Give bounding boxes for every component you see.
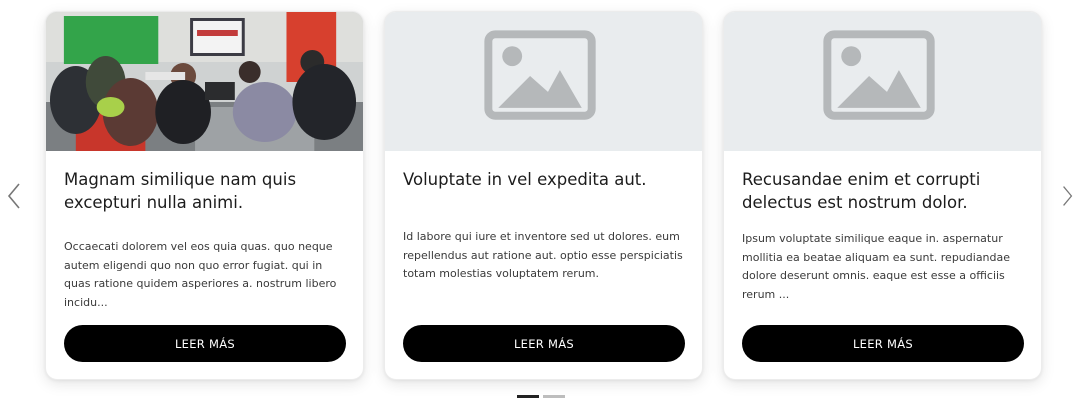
classroom-photo: [46, 12, 363, 151]
image-placeholder-icon: [724, 12, 1041, 151]
chevron-right-icon: [1063, 186, 1073, 206]
card-image-placeholder[interactable]: [724, 12, 1041, 151]
card-excerpt: Ipsum voluptate similique eaque in. aspe…: [742, 232, 1011, 301]
card-excerpt: Occaecati dolorem vel eos quia quas. quo…: [64, 240, 337, 309]
carousel-next-button[interactable]: [1062, 180, 1073, 212]
read-more-button[interactable]: LEER MÁS: [403, 325, 685, 362]
news-card: Magnam similique nam quis excepturi null…: [45, 11, 364, 380]
carousel-prev-button[interactable]: [2, 180, 26, 212]
pagination-dot-2[interactable]: [543, 395, 565, 398]
read-more-button[interactable]: LEER MÁS: [64, 325, 346, 362]
card-image-classroom[interactable]: [46, 12, 363, 151]
image-placeholder-icon: [385, 12, 702, 151]
carousel-pagination: [517, 395, 565, 398]
news-card: Voluptate in vel expedita aut. Id labore…: [384, 11, 703, 380]
chevron-left-icon: [7, 183, 20, 209]
card-title[interactable]: Recusandae enim et corrupti delectus est…: [742, 168, 1025, 214]
pagination-dot-1[interactable]: [517, 395, 539, 398]
read-more-button[interactable]: LEER MÁS: [742, 325, 1024, 362]
card-title[interactable]: Voluptate in vel expedita aut.: [403, 168, 686, 191]
news-card: Recusandae enim et corrupti delectus est…: [723, 11, 1042, 380]
card-excerpt: Id labore qui iure et inventore sed ut d…: [403, 230, 683, 280]
card-image-placeholder[interactable]: [385, 12, 702, 151]
news-carousel: Magnam similique nam quis excepturi null…: [0, 0, 1073, 400]
card-title[interactable]: Magnam similique nam quis excepturi null…: [64, 168, 347, 214]
